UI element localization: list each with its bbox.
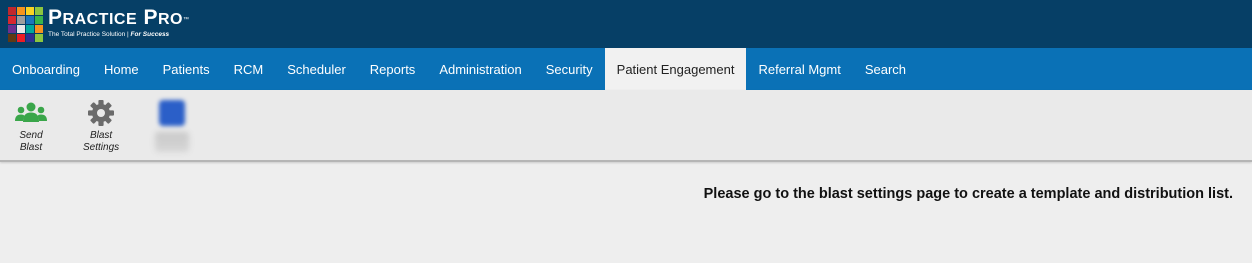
app-header: PRACTICE PRO™ The Total Practice Solutio…	[0, 0, 1252, 48]
logo-square	[26, 16, 34, 24]
logo-square	[17, 7, 25, 15]
logo-square	[26, 7, 34, 15]
nav-item-search[interactable]: Search	[853, 48, 918, 90]
nav-item-referral-mgmt[interactable]: Referral Mgmt	[746, 48, 852, 90]
tagline-main: The Total Practice Solution |	[48, 31, 131, 38]
logo-title-p: P	[48, 6, 63, 29]
logo-square	[17, 25, 25, 33]
logo-square	[35, 7, 43, 15]
practice-pro-logo[interactable]: PRACTICE PRO™ The Total Practice Solutio…	[8, 7, 189, 42]
logo-square	[8, 16, 16, 24]
nav-item-administration[interactable]: Administration	[427, 48, 533, 90]
users-group-icon	[15, 98, 47, 128]
toolbar: Send Blast Blast Settings	[0, 90, 1252, 162]
logo-tagline: The Total Practice Solution | For Succes…	[48, 31, 189, 39]
main-nav: Onboarding Home Patients RCM Scheduler Report…	[0, 48, 1252, 90]
blast-settings-button[interactable]: Blast Settings	[83, 98, 119, 154]
gear-icon	[85, 98, 117, 128]
logo-square	[8, 7, 16, 15]
logo-title-ro: RO	[157, 11, 183, 28]
nav-item-patient-engagement[interactable]: Patient Engagement	[604, 48, 747, 90]
send-blast-button[interactable]: Send Blast	[15, 98, 47, 154]
send-blast-label-line2: Blast	[19, 142, 43, 153]
nav-item-security[interactable]: Security	[534, 48, 605, 90]
logo-square	[26, 25, 34, 33]
logo-title: PRACTICE PRO™	[48, 7, 189, 31]
blast-setup-message: Please go to the blast settings page to …	[703, 186, 1233, 202]
logo-square	[17, 34, 25, 42]
send-blast-label: Send Blast	[19, 130, 42, 154]
logo-square	[35, 34, 43, 42]
trademark-symbol: ™	[182, 17, 190, 23]
logo-mark-icon	[8, 7, 43, 42]
nav-item-onboarding[interactable]: Onboarding	[0, 48, 92, 90]
nav-item-reports[interactable]: Reports	[358, 48, 428, 90]
nav-item-rcm[interactable]: RCM	[222, 48, 276, 90]
logo-wordmark: PRACTICE PRO™ The Total Practice Solutio…	[48, 7, 189, 39]
nav-item-patients[interactable]: Patients	[151, 48, 222, 90]
logo-square	[8, 34, 16, 42]
nav-item-home[interactable]: Home	[92, 48, 151, 90]
logo-title-p2: P	[143, 6, 158, 29]
send-blast-label-line1: Send	[19, 130, 43, 141]
logo-square	[35, 25, 43, 33]
tagline-emphasis: For Success	[130, 31, 170, 38]
blast-settings-label-line1: Blast	[89, 130, 113, 141]
logo-square	[35, 16, 43, 24]
blast-settings-label: Blast Settings	[83, 130, 119, 154]
logo-title-ractice: RACTICE	[62, 11, 138, 28]
redacted-toolbar-button[interactable]	[155, 98, 189, 152]
logo-square	[8, 25, 16, 33]
redacted-icon	[156, 98, 188, 128]
nav-item-scheduler[interactable]: Scheduler	[275, 48, 358, 90]
blast-settings-label-line2: Settings	[83, 142, 120, 153]
redacted-label	[155, 132, 189, 152]
logo-square	[17, 16, 25, 24]
logo-square	[26, 34, 34, 42]
